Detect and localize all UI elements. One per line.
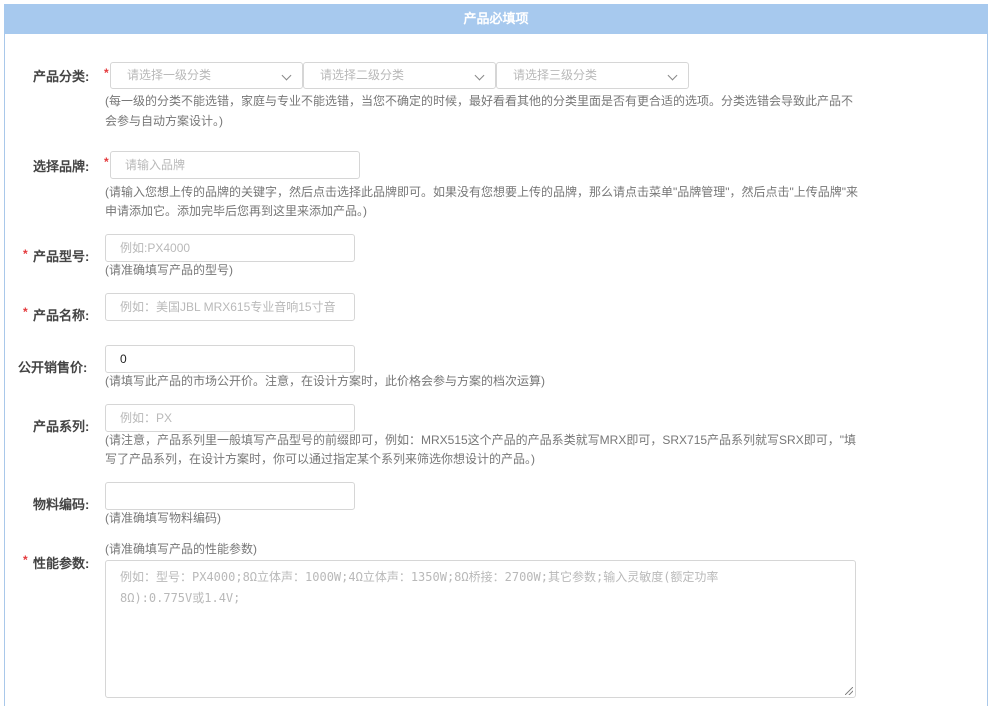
model-placeholder: 例如:PX4000 (120, 241, 191, 255)
required-mark: * (104, 66, 109, 80)
name-label: 产品名称: (33, 308, 90, 323)
brand-placeholder: 请输入品牌 (125, 158, 186, 172)
brand-label: 选择品牌: (33, 159, 90, 174)
chevron-down-icon (667, 70, 678, 81)
series-input[interactable]: 例如：PX (105, 404, 355, 432)
model-hint: (请准确填写产品的型号) (105, 263, 233, 277)
category-level2-placeholder: 请选择二级分类 (320, 68, 405, 82)
category-level1-select[interactable]: 请选择一级分类 (110, 62, 303, 89)
category-hint-line2: 会参与自动方案设计。) (105, 114, 223, 128)
specs-label: 性能参数: (33, 556, 90, 571)
required-mark: * (104, 155, 109, 169)
material-code-label: 物料编码: (33, 497, 90, 512)
price-label: 公开销售价: (18, 360, 88, 375)
specs-textarea[interactable]: 例如：型号：PX4000;8Ω立体声：1000W;4Ω立体声：1350W;8Ω桥… (105, 560, 856, 698)
category-label: 产品分类: (33, 69, 90, 84)
category-level3-placeholder: 请选择三级分类 (513, 68, 598, 82)
category-level2-select[interactable]: 请选择二级分类 (303, 62, 496, 89)
chevron-down-icon (474, 70, 485, 81)
material-code-hint: (请准确填写物料编码) (105, 511, 221, 525)
resize-handle-icon[interactable] (845, 687, 853, 695)
series-label: 产品系列: (33, 419, 90, 434)
price-hint: (请填写此产品的市场公开价。注意，在设计方案时，此价格会参与方案的档次运算) (105, 374, 545, 388)
brand-hint-line1: (请输入您想上传的品牌的关键字，然后点击选择此品牌即可。如果没有您想要上传的品牌… (105, 185, 859, 199)
section-header: 产品必填项 (4, 4, 988, 34)
model-input[interactable]: 例如:PX4000 (105, 234, 355, 262)
model-label: 产品型号: (33, 249, 90, 264)
name-input[interactable]: 例如：美国JBL MRX615专业音响15寸音 (105, 293, 355, 321)
specs-hint: (请准确填写产品的性能参数) (105, 542, 257, 556)
category-level3-select[interactable]: 请选择三级分类 (496, 62, 689, 89)
category-level1-placeholder: 请选择一级分类 (127, 68, 212, 82)
brand-input[interactable]: 请输入品牌 (110, 151, 360, 179)
name-placeholder: 例如：美国JBL MRX615专业音响15寸音 (120, 300, 336, 314)
specs-placeholder-line1: 例如：型号：PX4000;8Ω立体声：1000W;4Ω立体声：1350W;8Ω桥… (120, 570, 719, 584)
specs-placeholder-line2: 8Ω):0.775V或1.4V; (120, 591, 241, 605)
series-hint-line2: 写了产品系列，在设计方案时，你可以通过指定某个系列来筛选你想设计的产品。) (105, 452, 535, 466)
required-mark: * (23, 553, 28, 567)
series-placeholder: 例如：PX (120, 411, 173, 425)
required-mark: * (23, 305, 28, 319)
category-hint-line1: (每一级的分类不能选错，家庭与专业不能选错，当您不确定的时候，最好看看其他的分类… (105, 94, 854, 108)
chevron-down-icon (281, 70, 292, 81)
price-value: 0 (120, 352, 127, 366)
required-mark: * (23, 247, 28, 261)
series-hint-line1: (请注意，产品系列里一般填写产品型号的前缀即可，例如：MRX515这个产品的产品… (105, 433, 856, 447)
material-code-input[interactable] (105, 482, 355, 510)
brand-hint-line2: 申请添加它。添加完毕后您再到这里来添加产品。) (105, 204, 367, 218)
price-input[interactable]: 0 (105, 345, 355, 373)
